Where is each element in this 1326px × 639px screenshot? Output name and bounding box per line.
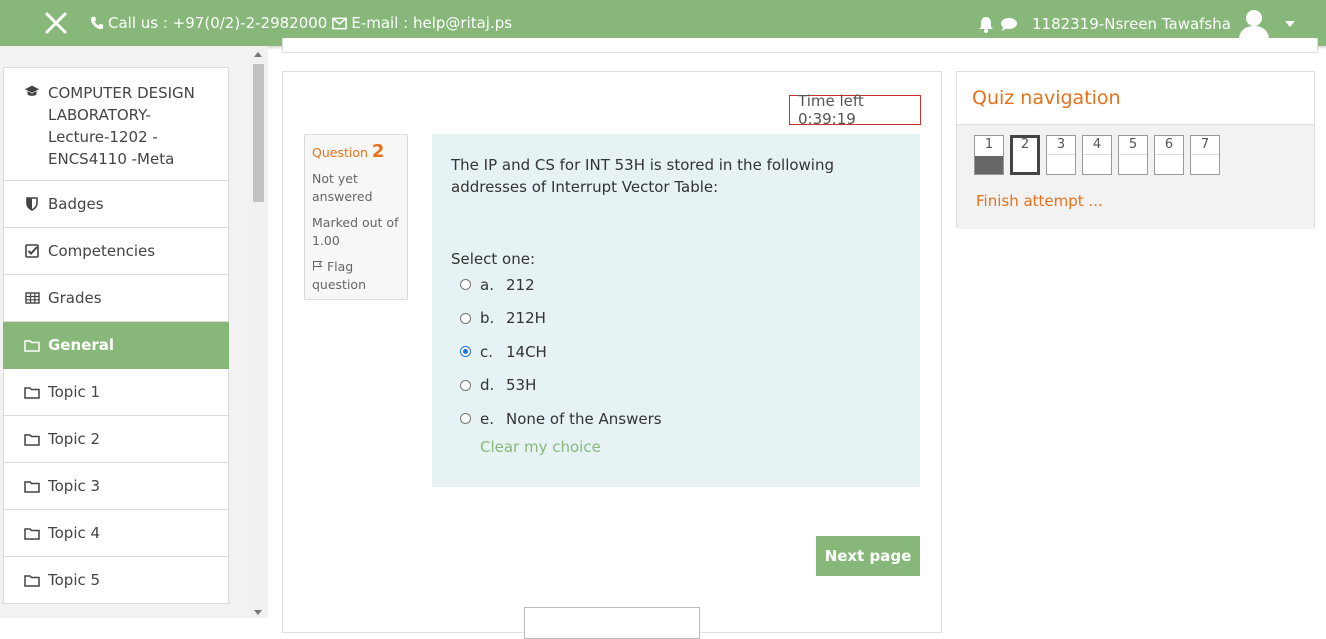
radio-e[interactable] bbox=[460, 413, 471, 425]
shield-icon bbox=[24, 197, 40, 211]
contact-info: Call us : +97(0/2)-2-2982000 E-mail : he… bbox=[90, 14, 512, 32]
sidebar-item-topic-1[interactable]: Topic 1 bbox=[3, 369, 229, 416]
folder-icon bbox=[24, 433, 40, 446]
quiz-navigation-block: Quiz navigation 1 2 3 4 5 6 7 Finish att… bbox=[956, 71, 1315, 229]
answer-option-e[interactable]: e. None of the Answers bbox=[451, 402, 901, 436]
email-text: E-mail : help@ritaj.ps bbox=[351, 14, 513, 32]
header-card-edge bbox=[282, 38, 1318, 53]
sidebar-item-topic-5[interactable]: Topic 5 bbox=[3, 557, 229, 604]
question-buttons: 1 2 3 4 5 6 7 bbox=[974, 135, 1226, 175]
graduation-cap-icon bbox=[24, 84, 40, 98]
question-content: The IP and CS for INT 53H is stored in t… bbox=[432, 134, 920, 487]
quiz-nav-question-3[interactable]: 3 bbox=[1046, 135, 1076, 175]
quiz-nav-question-4[interactable]: 4 bbox=[1082, 135, 1112, 175]
answer-option-a[interactable]: a. 212 bbox=[451, 268, 901, 302]
question-number: Question 2 bbox=[312, 141, 385, 162]
next-page-button[interactable]: Next page bbox=[816, 536, 920, 576]
question-info-panel: Question 2 Not yet answered Marked out o… bbox=[304, 134, 408, 300]
scroll-up-arrow-icon[interactable] bbox=[254, 52, 262, 57]
sidebar-scrollbar[interactable] bbox=[251, 46, 266, 618]
radio-c-selected[interactable] bbox=[460, 346, 471, 358]
chat-icon[interactable] bbox=[1000, 17, 1018, 32]
folder-icon bbox=[24, 527, 40, 540]
sidebar-item-topic-3[interactable]: Topic 3 bbox=[3, 463, 229, 510]
envelope-icon bbox=[332, 17, 348, 29]
folder-icon bbox=[24, 480, 40, 493]
radio-d[interactable] bbox=[460, 379, 471, 391]
sidebar-item-badges[interactable]: Badges bbox=[3, 181, 229, 228]
quiz-nav-question-6[interactable]: 6 bbox=[1154, 135, 1184, 175]
table-icon bbox=[24, 292, 40, 304]
left-sidebar: COMPUTER DESIGN LABORATORY- Lecture-1202… bbox=[0, 46, 268, 618]
bell-icon[interactable] bbox=[978, 16, 994, 33]
call-us-text: Call us : +97(0/2)-2-2982000 bbox=[108, 14, 328, 32]
user-name[interactable]: 1182319-Nsreen Tawafsha bbox=[1032, 15, 1231, 33]
flag-icon bbox=[313, 261, 323, 271]
question-text: The IP and CS for INT 53H is stored in t… bbox=[451, 156, 834, 196]
user-menu[interactable]: 1182319-Nsreen Tawafsha bbox=[978, 8, 1295, 40]
quiz-main-card: Time left 0:39:19 Question 2 Not yet ans… bbox=[282, 71, 942, 639]
question-marks: Marked out of 1.00 bbox=[312, 215, 399, 248]
folder-icon bbox=[24, 339, 40, 352]
answer-option-b[interactable]: b. 212H bbox=[451, 302, 901, 336]
folder-icon bbox=[24, 386, 40, 399]
sidebar-item-topic-4[interactable]: Topic 4 bbox=[3, 510, 229, 557]
finish-attempt-link[interactable]: Finish attempt ... bbox=[976, 192, 1103, 210]
flag-question-button[interactable]: Flag question bbox=[312, 258, 400, 294]
time-left-timer: Time left 0:39:19 bbox=[789, 92, 921, 128]
phone-icon bbox=[90, 16, 104, 30]
scroll-down-arrow-icon[interactable] bbox=[254, 610, 262, 615]
select-one-label: Select one: bbox=[451, 250, 536, 268]
quiz-nav-question-2[interactable]: 2 bbox=[1010, 135, 1040, 175]
quiz-nav-question-7[interactable]: 7 bbox=[1190, 135, 1220, 175]
close-icon[interactable] bbox=[44, 11, 68, 35]
sidebar-item-competencies[interactable]: Competencies bbox=[3, 228, 229, 275]
clear-my-choice-link[interactable]: Clear my choice bbox=[480, 438, 901, 456]
answer-option-d[interactable]: d. 53H bbox=[451, 369, 901, 403]
course-nav: COMPUTER DESIGN LABORATORY- Lecture-1202… bbox=[3, 67, 229, 604]
radio-a[interactable] bbox=[460, 279, 471, 291]
chevron-down-icon[interactable] bbox=[1284, 21, 1295, 27]
quiz-nav-question-5[interactable]: 5 bbox=[1118, 135, 1148, 175]
checkbox-icon bbox=[24, 244, 40, 258]
question-status: Not yet answered bbox=[312, 171, 373, 204]
course-title: COMPUTER DESIGN LABORATORY- Lecture-1202… bbox=[48, 84, 195, 168]
scrollbar-thumb[interactable] bbox=[253, 64, 264, 202]
sidebar-item-general[interactable]: General bbox=[3, 322, 229, 369]
avatar-icon[interactable] bbox=[1237, 8, 1271, 40]
jump-to-select[interactable] bbox=[524, 607, 700, 639]
radio-b[interactable] bbox=[460, 312, 471, 324]
folder-icon bbox=[24, 574, 40, 587]
answer-option-c[interactable]: c. 14CH bbox=[451, 335, 901, 369]
quiz-navigation-body: 1 2 3 4 5 6 7 Finish attempt ... bbox=[957, 124, 1314, 229]
sidebar-item-topic-2[interactable]: Topic 2 bbox=[3, 416, 229, 463]
sidebar-item-course[interactable]: COMPUTER DESIGN LABORATORY- Lecture-1202… bbox=[3, 67, 229, 181]
quiz-nav-question-1[interactable]: 1 bbox=[974, 135, 1004, 175]
quiz-navigation-title: Quiz navigation bbox=[972, 87, 1121, 109]
sidebar-item-grades[interactable]: Grades bbox=[3, 275, 229, 322]
